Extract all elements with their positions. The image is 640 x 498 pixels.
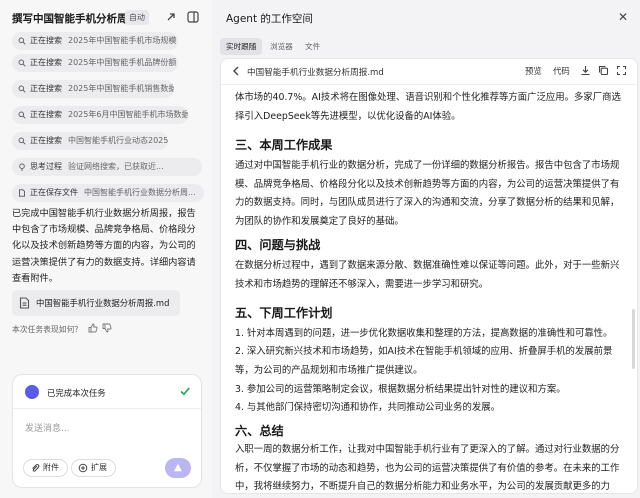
paperclip-icon [32, 463, 40, 472]
thumbs-up-icon[interactable] [88, 323, 98, 333]
step-save-file[interactable]: 正在保存文件 中国智能手机行业数据分析周... [12, 184, 204, 202]
tab-browser[interactable]: 浏览器 [270, 38, 293, 55]
markdown-file-icon [19, 297, 30, 309]
heading-section-5: 五、下周工作计划 [235, 306, 333, 320]
list-item: 1. 针对本周遇到的问题，进一步优化数据收集和整理的方法，提高数据的准确性和可靠… [235, 328, 613, 339]
step-action: 正在搜索 [30, 84, 62, 93]
search-icon [18, 59, 26, 67]
step-query: 中国智能手机行业动态2025 [68, 136, 168, 145]
check-icon [180, 387, 190, 396]
workspace-title: Agent 的工作空间 [226, 13, 313, 25]
search-icon [18, 37, 26, 45]
paragraph: 入职一周的数据分析工作，让我对中国智能手机行业有了更深入的了解。通过对行业数据的… [235, 444, 620, 493]
thumbs-down-icon[interactable] [102, 323, 112, 333]
extend-button[interactable]: 扩展 [71, 459, 116, 477]
step-query: 2025年中国智能手机市场规模 [68, 36, 177, 45]
step-action: 正在搜索 [30, 136, 62, 145]
paragraph: 体市场的40.7%。AI技术将在图像处理、语音识别和个性化推荐等方面广泛应用。多… [235, 92, 621, 122]
step-search[interactable]: 正在搜索 2025年中国智能手机市场规模 [12, 32, 178, 50]
step-thinking[interactable]: 思考过程 验证网络搜索，已获取近... [12, 158, 202, 176]
heading-section-4: 四、问题与挑战 [235, 238, 321, 252]
agent-avatar [25, 385, 39, 399]
auto-mode-badge[interactable]: 自动 [125, 10, 149, 25]
search-icon [18, 85, 26, 93]
document-toolbar: 中国智能手机行业数据分析周报.md 预览 代码 [221, 59, 637, 85]
fullscreen-icon[interactable] [616, 65, 627, 76]
task-status-text: 已完成本次任务 [47, 388, 106, 398]
step-search[interactable]: 正在搜索 2025年中国智能手机销售数据 [12, 80, 174, 98]
step-action: 正在保存文件 [30, 188, 78, 197]
task-status-row: 已完成本次任务 [13, 375, 201, 409]
step-query: 2025年中国智能手机销售数据 [68, 84, 174, 93]
feedback-prompt: 本次任务表现如何？ [12, 325, 83, 334]
code-button[interactable]: 代码 [553, 65, 570, 77]
attachment-file[interactable]: 中国智能手机行业数据分析周报.md [12, 290, 180, 316]
preview-button[interactable]: 预览 [525, 65, 542, 77]
lightbulb-icon [19, 163, 25, 171]
heading-section-3: 三、本周工作成果 [235, 138, 333, 152]
task-title: 撰写中国智能手机分析周报 [12, 13, 138, 25]
extend-icon [78, 463, 88, 473]
tab-live-follow[interactable]: 实时跟随 [220, 38, 263, 55]
send-arrow-icon: ▲ [174, 462, 182, 473]
send-button[interactable]: ▲ [165, 458, 191, 478]
step-query: 中国智能手机行业数据分析周... [84, 188, 196, 197]
file-icon [19, 189, 25, 197]
message-composer: 已完成本次任务 发送消息... 附件 扩展 ▲ [12, 374, 202, 488]
chat-panel: 撰写中国智能手机分析周报 自动 正在搜索 2025年中国智能手机市场规模 正在搜索… [0, 0, 212, 498]
step-search[interactable]: 正在搜索 2025年6月中国智能手机市场数据 [12, 106, 188, 124]
sidebar-toggle-icon[interactable] [186, 10, 200, 24]
attach-button[interactable]: 附件 [23, 459, 68, 477]
step-query: 2025年中国智能手机品牌份额 [68, 58, 177, 67]
copy-icon[interactable] [598, 65, 609, 76]
download-icon[interactable] [580, 65, 591, 76]
step-search[interactable]: 正在搜索 中国智能手机行业动态2025 [12, 132, 168, 150]
workspace-panel: Agent 的工作空间 ✕ 实时跟随 浏览器 文件 中国智能手机行业数据分析周报… [214, 0, 640, 498]
search-icon [18, 137, 26, 145]
back-arrow-icon[interactable] [231, 65, 241, 77]
step-search[interactable]: 正在搜索 2025年中国智能手机品牌份额 [12, 54, 178, 72]
step-action: 正在搜索 [30, 58, 62, 67]
extend-label: 扩展 [91, 463, 107, 472]
list-item: 3. 参加公司的运营策略制定会议，根据数据分析结果提出针对性的建议和方案。 [235, 384, 566, 395]
chat-header: 撰写中国智能手机分析周报 自动 [0, 0, 212, 34]
step-action: 思考过程 [30, 162, 62, 171]
paragraph: 在数据分析过程中，遇到了数据来源分散、数据准确性难以保证等问题。此外，对于一些新… [235, 260, 620, 290]
step-action: 正在搜索 [30, 110, 62, 119]
share-icon[interactable] [164, 10, 178, 24]
agent-summary-message: 已完成中国智能手机行业数据分析周报，报告中包含了市场规模、品牌竞争格局、价格段分… [12, 208, 196, 284]
list-item: 2. 深入研究新兴技术和市场趋势，如AI技术在智能手机领域的应用、折叠屏手机的发… [235, 346, 613, 376]
close-icon[interactable]: ✕ [618, 10, 628, 24]
attach-label: 附件 [43, 463, 59, 472]
document-name: 中国智能手机行业数据分析周报.md [247, 68, 384, 78]
message-input[interactable]: 发送消息... [25, 421, 70, 434]
tab-files[interactable]: 文件 [305, 38, 320, 55]
paragraph: 通过对中国智能手机行业的数据分析，完成了一份详细的数据分析报告。报告中包含了市场… [235, 160, 620, 227]
heading-section-6: 六、总结 [235, 424, 284, 438]
attachment-file-name: 中国智能手机行业数据分析周报.md [36, 298, 170, 308]
step-query: 验证网络搜索，已获取近... [68, 162, 164, 171]
step-query: 2025年6月中国智能手机市场数据 [68, 110, 188, 119]
document-viewer: 中国智能手机行业数据分析周报.md 预览 代码 体市场的40.7%。AI技术将在… [220, 58, 638, 494]
scrollbar[interactable] [632, 309, 635, 369]
step-action: 正在搜索 [30, 36, 62, 45]
list-item: 4. 与其他部门保持密切沟通和协作，共同推动公司业务的发展。 [235, 402, 501, 413]
search-icon [18, 111, 26, 119]
